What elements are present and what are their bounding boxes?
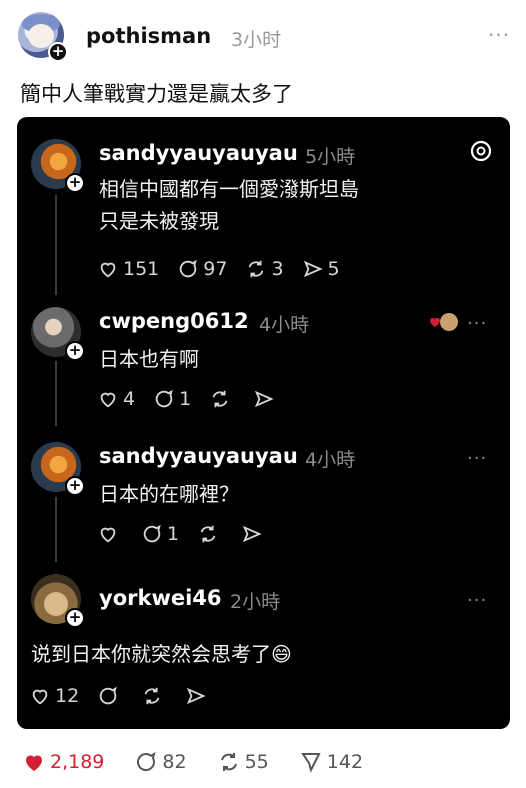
reply-button[interactable]: 1	[141, 523, 179, 545]
share-count: 5	[327, 258, 340, 280]
share-button[interactable]	[241, 523, 267, 545]
post-stats-bar: 2,189 82 55 142	[22, 748, 393, 776]
reply-count: 1	[167, 523, 180, 545]
post-repost-button[interactable]: 55	[217, 750, 269, 774]
post-share-count: 142	[326, 751, 364, 773]
heart-icon	[32, 689, 48, 705]
follow-plus-icon[interactable]: +	[65, 476, 85, 496]
comment-username[interactable]: sandyyauyauyau	[99, 444, 298, 468]
comment-time: 5小時	[305, 146, 356, 168]
like-count: 151	[123, 258, 160, 280]
post-like-button[interactable]: 2,189	[22, 750, 104, 774]
post-author-username[interactable]: pothisman	[86, 24, 211, 48]
post-like-count: 2,189	[50, 751, 105, 773]
comment-more-icon[interactable]: ···	[467, 448, 487, 469]
reply-button[interactable]: 97	[177, 258, 227, 280]
comment-username[interactable]: cwpeng0612	[99, 309, 249, 333]
liked-by-author-icon	[430, 313, 458, 331]
comment-username[interactable]: yorkwei46	[99, 586, 222, 610]
share-icon	[243, 525, 262, 543]
heart-filled-icon	[26, 755, 42, 771]
reply-button[interactable]: 1	[153, 388, 191, 410]
follow-plus-icon[interactable]: +	[65, 173, 85, 193]
like-count: 4	[123, 388, 136, 410]
repost-count: 3	[271, 258, 284, 280]
comment-item: + yorkwei46 2小時 ··· 说到日本你就突然会思考了😄 12	[17, 562, 510, 729]
repost-icon	[200, 525, 216, 543]
embedded-thread-card[interactable]: + sandyyauyauyau 5小時 相信中國都有一個愛潑斯坦島 只是未被發…	[17, 117, 510, 729]
reply-button[interactable]	[97, 685, 123, 707]
post-body-text: 簡中人筆戰實力還是贏太多了	[20, 82, 293, 106]
share-icon	[303, 260, 323, 278]
comment-item: + cwpeng0612 4小時 ··· 日本也有啊 4 1	[17, 287, 510, 417]
comment-more-icon[interactable]: ···	[467, 590, 487, 611]
comment-icon	[137, 751, 156, 771]
post-time: 3小时	[231, 29, 282, 51]
comment-icon	[155, 389, 173, 408]
follow-plus-icon[interactable]: +	[65, 608, 85, 628]
like-button[interactable]: 12	[29, 685, 79, 707]
comment-more-icon[interactable]: ···	[467, 313, 487, 334]
reply-count: 97	[203, 258, 228, 280]
share-icon	[255, 390, 274, 408]
repost-button[interactable]	[141, 685, 167, 707]
post-header: + pothisman 3小时 ···	[18, 12, 510, 62]
heart-icon	[100, 392, 116, 408]
share-icon	[300, 753, 321, 773]
share-button[interactable]: 5	[302, 258, 340, 280]
heart-icon	[100, 527, 116, 543]
post-repost-count: 55	[244, 751, 269, 773]
comment-icon	[143, 524, 161, 543]
repost-icon	[249, 260, 264, 278]
reply-count: 1	[179, 388, 192, 410]
comment-time: 4小時	[259, 314, 310, 336]
like-count: 12	[55, 685, 80, 707]
share-button[interactable]	[253, 388, 279, 410]
comment-text: 日本也有啊	[99, 347, 199, 371]
comment-time: 2小時	[230, 591, 281, 613]
comment-icon	[100, 686, 117, 705]
comment-actions: 4 1	[97, 387, 297, 411]
heart-icon	[100, 262, 116, 278]
post-reply-count: 82	[162, 751, 187, 773]
share-button[interactable]	[185, 685, 211, 707]
repost-icon	[144, 687, 160, 705]
share-icon	[187, 687, 206, 705]
comment-time: 4小時	[305, 449, 356, 471]
comment-actions: 151 97 3 5	[97, 257, 358, 281]
comment-actions: 12	[29, 684, 229, 708]
comment-icon	[180, 259, 198, 278]
repost-icon	[212, 390, 228, 408]
comment-text: 说到日本你就突然会思考了😄	[31, 642, 292, 666]
comment-actions: 1	[97, 522, 285, 546]
post-share-button[interactable]: 142	[299, 750, 363, 774]
follow-plus-icon[interactable]: +	[48, 42, 68, 62]
like-button[interactable]: 4	[97, 388, 135, 410]
comment-text: 相信中國都有一個愛潑斯坦島 只是未被發現	[99, 177, 359, 233]
like-button[interactable]: 151	[97, 258, 159, 280]
post-more-icon[interactable]: ···	[488, 25, 510, 45]
repost-icon	[220, 753, 237, 771]
repost-button[interactable]	[209, 388, 235, 410]
follow-plus-icon[interactable]: +	[65, 341, 85, 361]
comment-item: + sandyyauyauyau 4小時 ··· 日本的在哪裡？ 1	[17, 422, 510, 552]
comment-item: + sandyyauyauyau 5小時 相信中國都有一個愛潑斯坦島 只是未被發…	[17, 117, 510, 287]
like-button[interactable]	[97, 523, 123, 545]
post-reply-button[interactable]: 82	[134, 750, 187, 774]
repost-button[interactable]	[197, 523, 223, 545]
repost-button[interactable]: 3	[245, 258, 284, 280]
comment-text: 日本的在哪裡？	[99, 482, 239, 506]
comment-username[interactable]: sandyyauyauyau	[99, 141, 298, 165]
